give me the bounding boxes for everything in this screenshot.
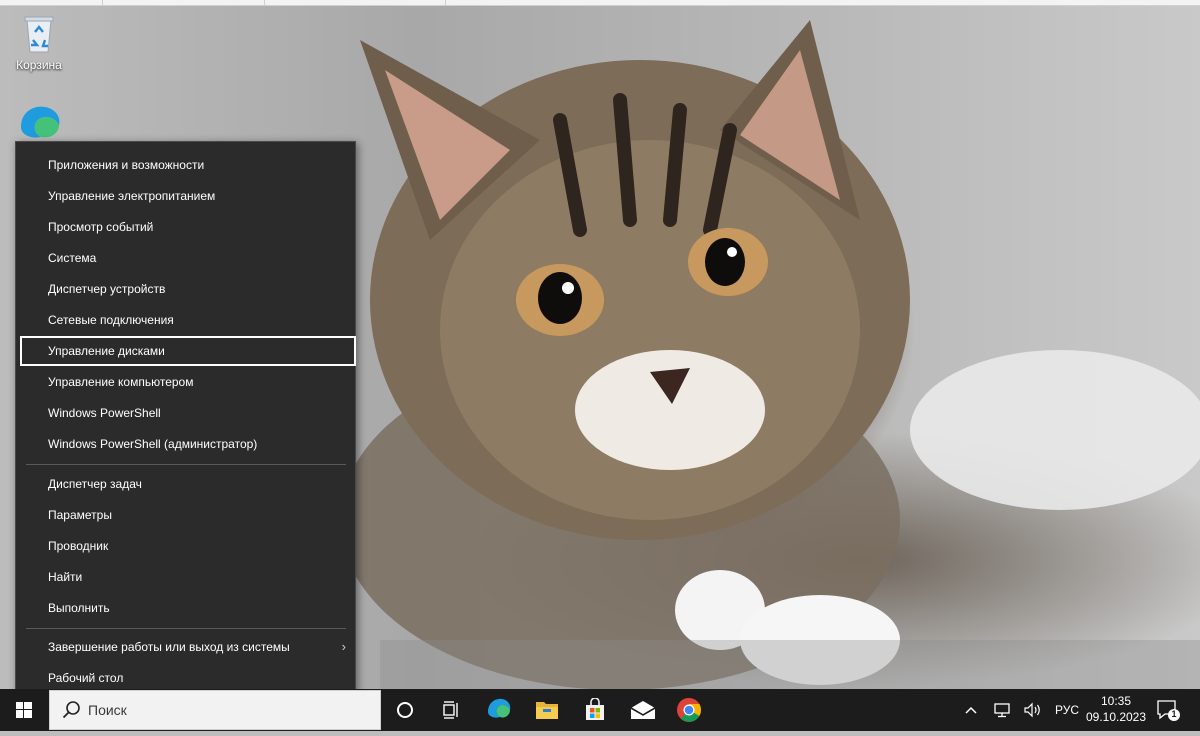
menu-separator [26,628,346,629]
taskbar-clock[interactable]: 10:35 09.10.2023 [1082,693,1150,725]
taskbar: Поиск РУС 10:35 09.10.2023 1 [0,689,1200,731]
desktop-icon-label: Корзина [16,58,62,72]
volume-icon [1024,702,1040,718]
action-center-button[interactable]: 1 [1156,699,1180,726]
input-language-button[interactable]: РУС [1050,689,1084,731]
menu-item-shutdown-signout[interactable]: Завершение работы или выход из системы › [26,632,356,662]
mail-icon [630,701,656,719]
file-explorer-icon [536,702,558,719]
start-button[interactable] [0,689,48,731]
edge-icon [488,698,511,718]
menu-item-run[interactable]: Выполнить [26,593,356,623]
menu-item-disk-management[interactable]: Управление дисками [20,336,356,366]
clock-date: 09.10.2023 [1085,710,1147,724]
menu-item-task-manager[interactable]: Диспетчер задач [26,469,356,499]
taskbar-store-button[interactable] [571,689,619,731]
cortana-icon [397,702,413,718]
taskbar-mail-button[interactable] [619,689,667,731]
taskbar-file-explorer-button[interactable] [523,689,571,731]
chevron-up-icon [965,706,977,714]
menu-item-network-connections[interactable]: Сетевые подключения [26,305,356,335]
clock-time: 10:35 [1100,694,1132,708]
menu-item-event-viewer[interactable]: Просмотр событий [26,212,356,242]
menu-item-label: Завершение работы или выход из системы [48,640,290,654]
menu-item-apps-features[interactable]: Приложения и возможности [26,150,356,180]
menu-item-settings[interactable]: Параметры [26,500,356,530]
taskbar-search-input[interactable]: Поиск [49,690,381,730]
network-icon [994,703,1010,718]
network-tray-button[interactable] [988,689,1016,731]
menu-item-computer-management[interactable]: Управление компьютером [26,367,356,397]
power-user-menu: Приложения и возможности Управление элек… [15,141,356,702]
recycle-bin-icon [24,16,54,53]
desktop-icon-recycle-bin[interactable]: Корзина [1,12,77,72]
taskbar-chrome-button[interactable] [665,689,713,731]
search-icon [62,701,80,719]
taskbar-edge-button[interactable] [475,689,523,731]
windows-logo-icon [16,702,32,718]
edge-icon [21,106,60,138]
cortana-button[interactable] [381,689,429,731]
menu-item-system[interactable]: Система [26,243,356,273]
menu-item-powershell-admin[interactable]: Windows PowerShell (администратор) [26,429,356,459]
menu-item-powershell[interactable]: Windows PowerShell [26,398,356,428]
submenu-arrow-icon: › [341,639,346,654]
store-icon [586,698,604,720]
notification-count-badge: 1 [1171,709,1177,719]
menu-separator [26,464,346,465]
menu-item-device-manager[interactable]: Диспетчер устройств [26,274,356,304]
show-hidden-icons-button[interactable] [958,689,984,731]
task-view-icon [443,701,458,719]
menu-item-search[interactable]: Найти [26,562,356,592]
top-window-edge [0,0,1200,6]
menu-item-file-explorer[interactable]: Проводник [26,531,356,561]
chrome-icon [677,698,701,722]
search-placeholder: Поиск [88,702,127,718]
volume-tray-button[interactable] [1020,689,1046,731]
task-view-button[interactable] [427,689,475,731]
menu-item-power-options[interactable]: Управление электропитанием [26,181,356,211]
